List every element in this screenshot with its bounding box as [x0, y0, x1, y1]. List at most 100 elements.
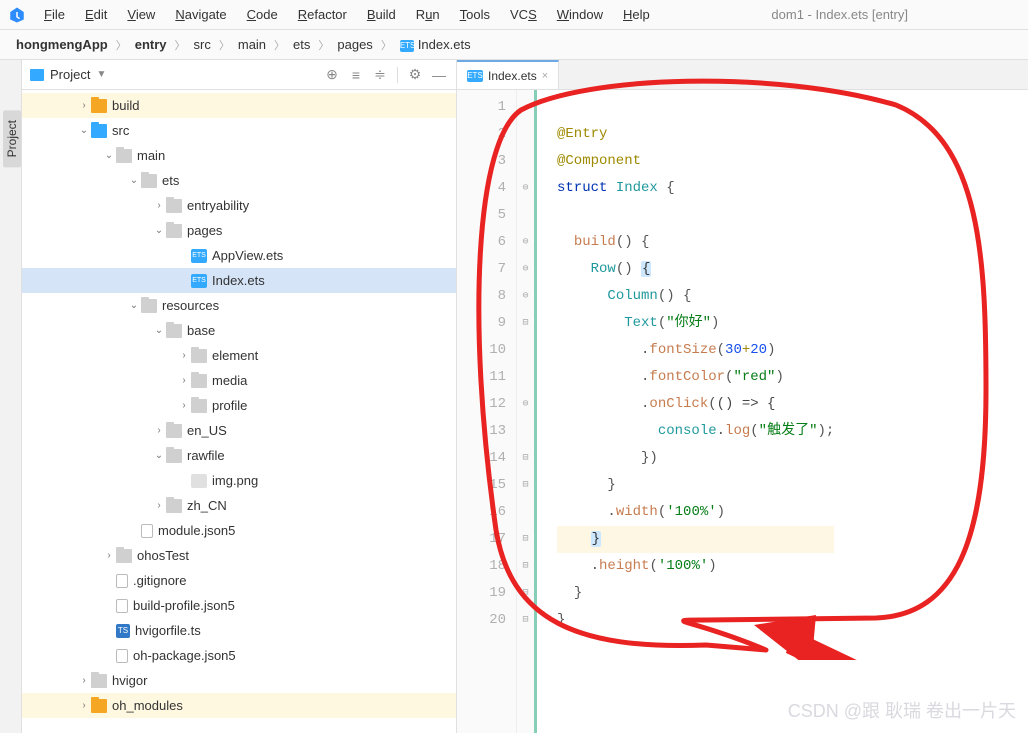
chevron-down-icon[interactable]: ⌄ [77, 125, 91, 136]
menu-build[interactable]: Build [359, 4, 404, 25]
tree-label: img.png [212, 473, 258, 488]
hide-panel-icon[interactable]: — [430, 66, 448, 84]
tree-row[interactable]: ⌄ main [22, 143, 456, 168]
tree-row[interactable]: ⌄ resources [22, 293, 456, 318]
fold-gutter[interactable]: ⊖⊖⊖⊖⊟⊖⊟⊟⊟⊟⊟⊟ [517, 90, 537, 733]
chevron-down-icon[interactable]: ⌄ [127, 175, 141, 186]
menu-edit[interactable]: Edit [77, 4, 115, 25]
tree-row[interactable]: ⌄ pages [22, 218, 456, 243]
tree-row[interactable]: › en_US [22, 418, 456, 443]
tree-label: resources [162, 298, 219, 313]
menu-file[interactable]: File [36, 4, 73, 25]
tree-label: zh_CN [187, 498, 227, 513]
chevron-right-icon[interactable]: › [177, 375, 191, 386]
menu-run[interactable]: Run [408, 4, 448, 25]
chevron-down-icon[interactable]: ⌄ [102, 150, 116, 161]
chevron-right-icon[interactable]: › [102, 550, 116, 561]
tree-label: module.json5 [158, 523, 235, 538]
breadcrumb-item[interactable]: pages [333, 35, 376, 54]
tree-label: rawfile [187, 448, 225, 463]
menu-code[interactable]: Code [239, 4, 286, 25]
project-view-title[interactable]: Project [50, 67, 90, 82]
tree-row[interactable]: › ohosTest [22, 543, 456, 568]
tree-label: src [112, 123, 129, 138]
locate-icon[interactable]: ⊕ [323, 66, 341, 84]
menu-tools[interactable]: Tools [452, 4, 498, 25]
breadcrumb-item[interactable]: src [190, 35, 215, 54]
tree-row[interactable]: ›profile [22, 393, 456, 418]
editor-tabs: ETS Index.ets × [457, 60, 1028, 90]
tree-label: en_US [187, 423, 227, 438]
tree-row[interactable]: › entryability [22, 193, 456, 218]
chevron-right-icon[interactable]: › [77, 100, 91, 111]
tree-row[interactable]: ›build [22, 93, 456, 118]
png-file-icon [191, 474, 207, 488]
chevron-right-icon[interactable]: › [152, 200, 166, 211]
tree-row[interactable]: ›element [22, 343, 456, 368]
settings-icon[interactable]: ⚙ [406, 66, 424, 84]
ets-file-icon: ETS [400, 40, 414, 52]
tree-row[interactable]: ⌄ets [22, 168, 456, 193]
chevron-down-icon[interactable]: ⌄ [152, 225, 166, 236]
breadcrumb-item[interactable]: ets [289, 35, 314, 54]
menu-refactor[interactable]: Refactor [290, 4, 355, 25]
tree-row[interactable]: ETSIndex.ets [22, 268, 456, 293]
tree-row[interactable]: ⌄ src [22, 118, 456, 143]
tree-row[interactable]: build-profile.json5 [22, 593, 456, 618]
tree-label: pages [187, 223, 222, 238]
project-tree[interactable]: ›build ⌄ src ⌄ main ⌄ets › entryability ⌄ pages ET… [22, 90, 456, 733]
close-tab-icon[interactable]: × [542, 70, 548, 82]
menu-vcs[interactable]: VCS [502, 4, 545, 25]
ets-file-icon: ETS [467, 70, 483, 82]
project-panel: Project ▼ ⊕ ≡ ≑ ⚙ — ›build⌄src⌄main⌄ets›… [22, 60, 457, 733]
breadcrumb-item[interactable]: entry [131, 35, 171, 54]
tree-label: oh_modules [112, 698, 183, 713]
chevron-right-icon[interactable]: › [152, 500, 166, 511]
tree-row[interactable]: img.png [22, 468, 456, 493]
breadcrumb-root[interactable]: hongmengApp [12, 35, 112, 54]
expand-all-icon[interactable]: ≡ [347, 66, 365, 84]
code-area[interactable]: 1234567891011121314151617181920 ⊖⊖⊖⊖⊟⊖⊟⊟… [457, 90, 1028, 733]
chevron-right-icon[interactable]: › [77, 700, 91, 711]
tree-row[interactable]: module.json5 [22, 518, 456, 543]
folder-icon [141, 299, 157, 313]
tree-row[interactable]: TShvigorfile.ts [22, 618, 456, 643]
folder-icon [166, 499, 182, 513]
tree-label: hvigor [112, 673, 147, 688]
project-tool-tab[interactable]: Project [3, 110, 21, 167]
chevron-down-icon[interactable]: ⌄ [127, 300, 141, 311]
tree-label: main [137, 148, 165, 163]
chevron-down-icon[interactable]: ⌄ [152, 325, 166, 336]
menu-navigate[interactable]: Navigate [167, 4, 234, 25]
menu-help[interactable]: Help [615, 4, 658, 25]
collapse-all-icon[interactable]: ≑ [371, 66, 389, 84]
tree-row[interactable]: ETSAppView.ets [22, 243, 456, 268]
tree-row[interactable]: ⌄base [22, 318, 456, 343]
chevron-right-icon[interactable]: › [177, 400, 191, 411]
breadcrumb-item[interactable]: main [234, 35, 270, 54]
folder-icon [166, 324, 182, 338]
tree-row[interactable]: ⌄ rawfile [22, 443, 456, 468]
chevron-right-icon[interactable]: › [152, 425, 166, 436]
tree-label: ohosTest [137, 548, 189, 563]
code-content[interactable]: @Entry@Componentstruct Index { build() {… [537, 90, 834, 733]
menu-view[interactable]: View [119, 4, 163, 25]
menu-window[interactable]: Window [549, 4, 611, 25]
dropdown-icon[interactable]: ▼ [96, 69, 106, 80]
folder-icon [91, 124, 107, 138]
chevron-down-icon[interactable]: ⌄ [152, 450, 166, 461]
tree-row[interactable]: › oh_modules [22, 693, 456, 718]
tree-row[interactable]: .gitignore [22, 568, 456, 593]
chevron-right-icon[interactable]: › [177, 350, 191, 361]
tree-row[interactable]: oh-package.json5 [22, 643, 456, 668]
tree-row[interactable]: › hvigor [22, 668, 456, 693]
tree-label: entryability [187, 198, 249, 213]
folder-icon [141, 174, 157, 188]
breadcrumb-file[interactable]: ETSIndex.ets [396, 35, 475, 54]
tree-row[interactable]: › zh_CN [22, 493, 456, 518]
tree-row[interactable]: ›media [22, 368, 456, 393]
editor-tab-active[interactable]: ETS Index.ets × [457, 60, 559, 89]
folder-icon [166, 424, 182, 438]
folder-icon [91, 99, 107, 113]
chevron-right-icon[interactable]: › [77, 675, 91, 686]
